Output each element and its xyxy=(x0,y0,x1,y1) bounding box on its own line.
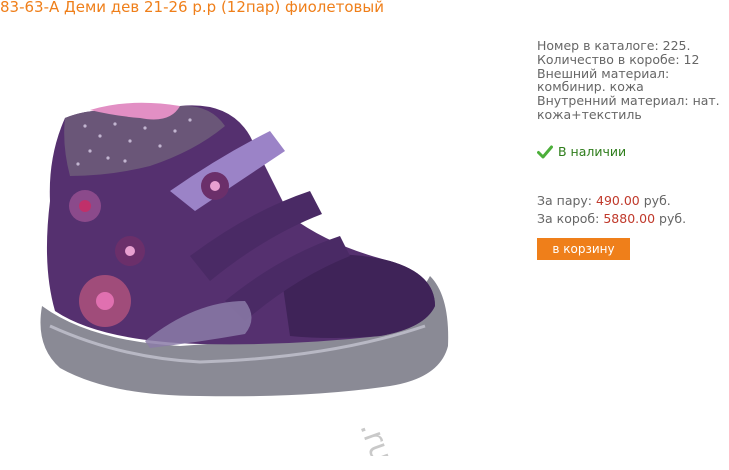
price-per-box: За короб: 5880.00 руб. xyxy=(537,211,686,226)
price-per-pair: За пару: 490.00 руб. xyxy=(537,193,671,208)
watermark: .ru xyxy=(352,417,399,456)
price-box-value: 5880.00 xyxy=(603,211,656,226)
spec-line: кожа+текстиль xyxy=(537,106,642,122)
add-to-cart-button[interactable]: в корзину xyxy=(537,238,630,260)
product-specs: Номер в каталоге: 225. Количество в коро… xyxy=(537,39,727,122)
currency-label: руб. xyxy=(659,211,687,226)
stock-status: В наличии xyxy=(537,144,626,159)
price-pair-label: За пару: xyxy=(537,193,593,208)
spec-line: Номер в каталоге: 225. xyxy=(537,38,691,53)
currency-label: руб. xyxy=(643,193,671,208)
spec-line: Количество в коробе: 12 xyxy=(537,51,700,67)
product-title: 83-63-А Деми дев 21-26 р.р (12пар) фиоле… xyxy=(0,0,384,16)
stock-text: В наличии xyxy=(558,144,627,159)
price-box-label: За короб: xyxy=(537,211,600,226)
price-pair-value: 490.00 xyxy=(596,193,640,208)
spec-line: комбинир. кожа xyxy=(537,79,644,95)
spec-line: Внутренний материал: нат. xyxy=(537,93,720,109)
check-icon xyxy=(537,145,553,158)
product-image: .ru xyxy=(40,102,449,456)
spec-line: Внешний материал: xyxy=(537,65,670,81)
